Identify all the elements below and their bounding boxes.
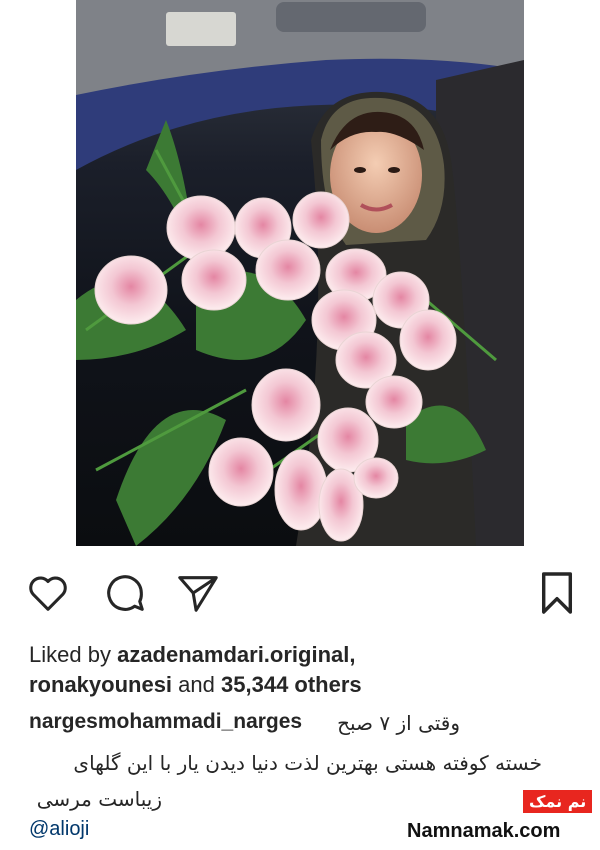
post-actions	[0, 566, 600, 622]
mention-link[interactable]: @alioji	[29, 818, 89, 841]
liked-by-user[interactable]: azadenamdari.original,	[117, 642, 355, 667]
likes-summary: Liked by azadenamdari.original, ronakyou…	[29, 640, 362, 700]
liked-by-user2[interactable]: ronakyounesi	[29, 672, 172, 697]
liked-by-prefix: Liked by	[29, 642, 111, 667]
caption-line-2: خسته کوفته هستی بهترین لذت دنیا دیدن یار…	[73, 751, 542, 775]
caption-line-3: زیباست مرسی	[36, 787, 162, 811]
post-author[interactable]: nargesmohammadi_narges	[29, 708, 302, 736]
post-photo[interactable]	[76, 0, 524, 546]
liked-count[interactable]: 35,344 others	[221, 672, 362, 697]
heart-icon[interactable]	[25, 570, 71, 616]
comment-icon[interactable]	[102, 570, 148, 616]
watermark-site: Namnamak.com	[407, 820, 561, 842]
liked-by-and: and	[178, 672, 215, 697]
watermark-logo: نم نمک	[523, 790, 593, 813]
photo-illustration	[76, 0, 524, 546]
caption-line-1: وقتی از ۷ صبح	[337, 711, 460, 735]
bookmark-icon[interactable]	[538, 570, 576, 616]
share-icon[interactable]	[174, 570, 222, 616]
